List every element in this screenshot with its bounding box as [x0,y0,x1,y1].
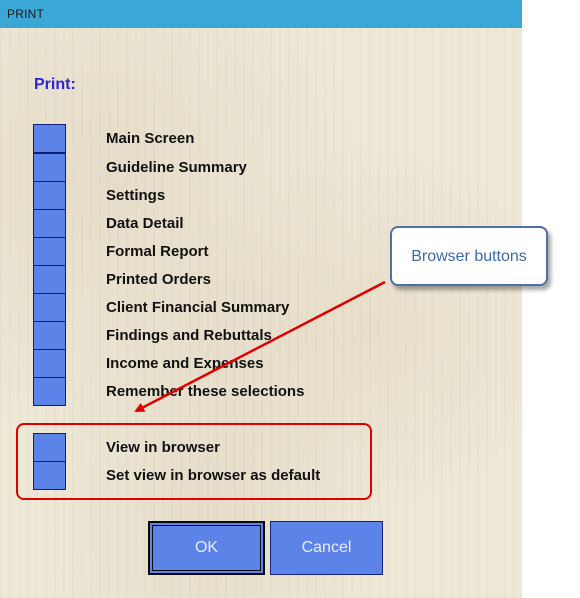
annotation-arrow [134,280,386,413]
browser-buttons-callout: Browser buttons [390,226,548,286]
callout-text: Browser buttons [411,248,527,265]
